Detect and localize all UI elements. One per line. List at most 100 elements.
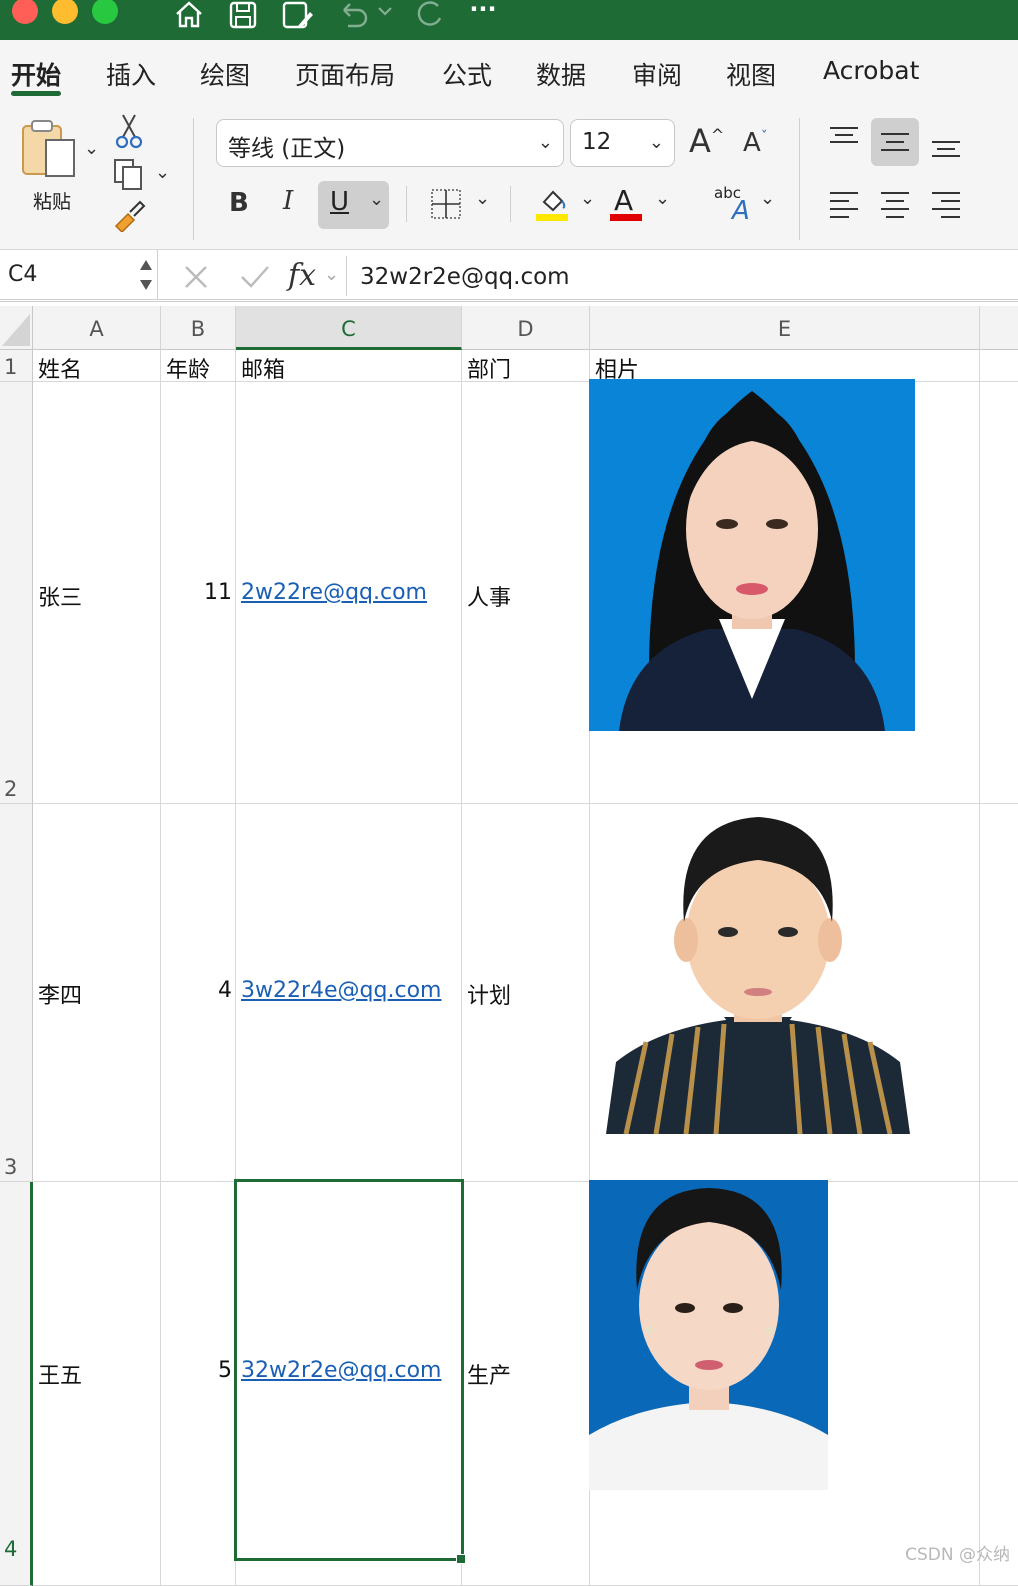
cell-d4[interactable]: 生产 (462, 1182, 590, 1586)
cell-a4[interactable]: 王五 (33, 1182, 161, 1586)
redo-icon[interactable] (412, 0, 446, 30)
column-header-f[interactable] (980, 306, 1018, 350)
align-top-icon[interactable] (829, 126, 859, 150)
phonetic-guide-button[interactable]: abc A (714, 184, 758, 226)
column-header-c[interactable]: C (236, 306, 462, 350)
tab-data[interactable]: 数据 (536, 56, 586, 92)
underline-button[interactable]: U ⌄ (318, 181, 389, 229)
align-middle-button[interactable] (871, 118, 919, 166)
tab-review[interactable]: 审阅 (632, 56, 682, 92)
photo-woman-white-top[interactable] (589, 1180, 828, 1490)
cell-d2[interactable]: 人事 (462, 382, 590, 804)
photo-boy-striped-shirt[interactable] (606, 812, 910, 1134)
cell-b3[interactable]: 4 (161, 804, 236, 1182)
row-header-3[interactable]: 3 (0, 804, 33, 1182)
active-tab-indicator (11, 91, 61, 96)
paste-icon[interactable] (20, 118, 78, 180)
formula-input[interactable]: 32w2r2e@qq.com (346, 256, 1018, 296)
undo-dropdown-chevron-icon[interactable] (374, 0, 396, 30)
more-icon[interactable]: ··· (466, 0, 500, 30)
column-header-a[interactable]: A (33, 306, 161, 350)
cell-b1[interactable]: 年龄 (161, 350, 236, 382)
align-center-icon[interactable] (880, 190, 910, 220)
font-name-select[interactable]: 等线 (正文) ⌄ (216, 119, 564, 167)
align-bottom-icon[interactable] (931, 136, 961, 160)
minimize-window-button[interactable] (52, 0, 78, 24)
phonetic-chevron-icon[interactable]: ⌄ (760, 188, 775, 209)
copy-icon[interactable] (112, 157, 146, 191)
cell-b4[interactable]: 5 (161, 1182, 236, 1586)
undo-icon[interactable] (336, 0, 370, 30)
select-all-corner[interactable] (0, 306, 33, 350)
photo-woman-suit[interactable] (589, 379, 915, 731)
insert-function-button[interactable]: fx (288, 258, 316, 293)
name-box-stepper-icon[interactable] (138, 256, 154, 294)
row-header-1[interactable]: 1 (0, 350, 33, 382)
cell-e1[interactable]: 相片 (590, 350, 980, 382)
fill-handle[interactable] (456, 1554, 466, 1564)
copy-dropdown-chevron-icon[interactable]: ⌄ (155, 162, 170, 183)
close-window-button[interactable] (12, 0, 38, 24)
font-size-select[interactable]: 12 ⌄ (570, 119, 675, 167)
tab-draw[interactable]: 绘图 (200, 56, 250, 92)
bold-button[interactable]: B (229, 188, 249, 218)
save-icon[interactable] (226, 0, 260, 30)
fill-color-chevron-icon[interactable]: ⌄ (580, 188, 595, 209)
cell-text: 相片 (595, 358, 640, 382)
format-painter-icon[interactable] (112, 198, 146, 234)
email-link[interactable]: 3w22r4e@qq.com (241, 978, 441, 1003)
decrease-font-size-button[interactable]: Aˇ (743, 128, 768, 158)
tab-acrobat[interactable]: Acrobat (823, 56, 919, 85)
cell-a2[interactable]: 张三 (33, 382, 161, 804)
formula-bar: C4 fx ⌄ 32w2r2e@qq.com (0, 250, 1018, 302)
paste-label[interactable]: 粘贴 (33, 187, 71, 214)
font-color-chevron-icon[interactable]: ⌄ (655, 188, 670, 209)
cell-c2[interactable]: 2w22re@qq.com (236, 382, 462, 804)
cell-f4[interactable] (980, 1182, 1018, 1586)
cell-f2[interactable] (980, 382, 1018, 804)
tab-home[interactable]: 开始 (11, 56, 61, 92)
column-header-e[interactable]: E (590, 306, 980, 350)
row-header-2[interactable]: 2 (0, 382, 33, 804)
fill-color-icon[interactable] (536, 186, 568, 222)
cell-c3[interactable]: 3w22r4e@qq.com (236, 804, 462, 1182)
cell-d3[interactable]: 计划 (462, 804, 590, 1182)
tab-page-layout[interactable]: 页面布局 (295, 56, 395, 92)
save-as-icon[interactable] (280, 0, 314, 30)
tab-insert[interactable]: 插入 (106, 56, 156, 92)
ribbon-separator (193, 118, 194, 240)
cell-a1[interactable]: 姓名 (33, 350, 161, 382)
home-icon[interactable] (172, 0, 206, 30)
cell-number: 4 (218, 978, 232, 1003)
borders-chevron-icon[interactable]: ⌄ (475, 188, 490, 209)
row-header-4[interactable]: 4 (0, 1182, 33, 1586)
name-box[interactable]: C4 (0, 250, 158, 300)
font-color-button[interactable]: A (610, 184, 642, 222)
zoom-window-button[interactable] (92, 0, 118, 24)
cell-f3[interactable] (980, 804, 1018, 1182)
borders-icon[interactable] (430, 188, 462, 220)
cancel-entry-icon[interactable] (183, 264, 209, 290)
cell-f1[interactable] (980, 350, 1018, 382)
cell-b2[interactable]: 11 (161, 382, 236, 804)
cell-c1[interactable]: 邮箱 (236, 350, 462, 382)
increase-font-size-button[interactable]: A^ (689, 122, 724, 160)
email-link[interactable]: 2w22re@qq.com (241, 580, 427, 605)
fx-chevron-icon[interactable]: ⌄ (324, 264, 339, 285)
cut-scissors-icon[interactable] (115, 113, 143, 149)
column-header-d[interactable]: D (462, 306, 590, 350)
ribbon-separator (799, 118, 800, 240)
italic-button[interactable]: I (283, 186, 293, 216)
tab-view[interactable]: 视图 (726, 56, 776, 92)
cell-text: 李四 (38, 984, 83, 1009)
cell-d1[interactable]: 部门 (462, 350, 590, 382)
align-left-icon[interactable] (829, 190, 859, 220)
cell-a3[interactable]: 李四 (33, 804, 161, 1182)
column-header-b[interactable]: B (161, 306, 236, 350)
confirm-entry-icon[interactable] (240, 264, 270, 290)
paste-dropdown-chevron-icon[interactable]: ⌄ (84, 138, 99, 159)
align-right-icon[interactable] (931, 190, 961, 220)
tab-formulas[interactable]: 公式 (442, 56, 492, 92)
row-number: 1 (4, 355, 18, 379)
underline-chevron-icon: ⌄ (369, 189, 385, 210)
